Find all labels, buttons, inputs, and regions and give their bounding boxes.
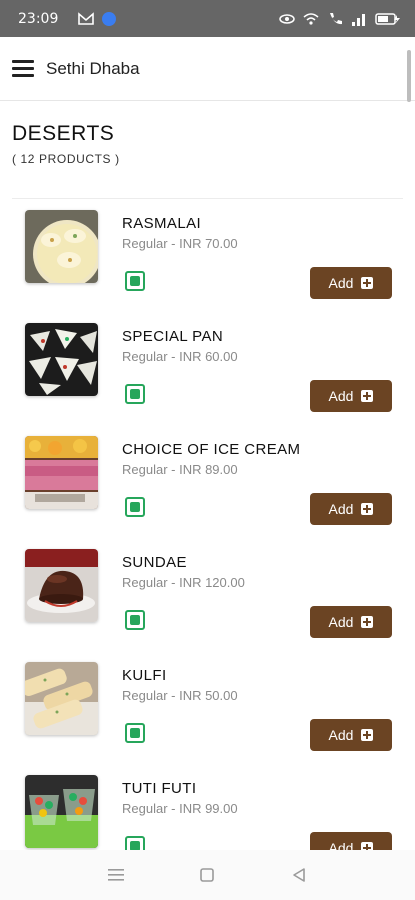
product-item: RASMALAI Regular - INR 70.00 Add — [0, 198, 415, 311]
veg-indicator-icon — [125, 723, 145, 743]
product-name: SPECIAL PAN — [122, 328, 224, 345]
add-button-label: Add — [328, 727, 354, 743]
system-nav-bar — [0, 850, 415, 900]
product-list: RASMALAI Regular - INR 70.00 Add SPECIAL… — [0, 198, 415, 850]
product-item: SUNDAE Regular - INR 120.00 Add — [0, 537, 415, 650]
plus-icon — [361, 729, 374, 741]
recent-apps-icon[interactable] — [105, 864, 127, 886]
add-button[interactable]: Add — [310, 380, 392, 412]
kulfi-image — [25, 662, 98, 735]
product-name: KULFI — [122, 667, 167, 684]
app-bar: Sethi Dhaba — [0, 37, 415, 101]
product-name: CHOICE OF ICE CREAM — [122, 441, 301, 458]
add-button-label: Add — [328, 275, 354, 291]
veg-indicator-icon — [125, 384, 145, 404]
product-price: Regular - INR 99.00 — [122, 801, 238, 816]
product-price: Regular - INR 70.00 — [122, 236, 238, 251]
back-icon[interactable] — [288, 864, 310, 886]
veg-indicator-icon — [125, 271, 145, 291]
home-icon[interactable] — [196, 864, 218, 886]
product-price: Regular - INR 89.00 — [122, 462, 238, 477]
product-item: CHOICE OF ICE CREAM Regular - INR 89.00 … — [0, 424, 415, 537]
product-name: TUTI FUTI — [122, 780, 197, 797]
plus-icon — [361, 503, 374, 515]
product-name: SUNDAE — [122, 554, 187, 571]
wifi-icon — [303, 12, 319, 25]
battery-charging-icon — [375, 12, 400, 25]
add-button[interactable]: Add — [310, 267, 392, 299]
category-title: DESERTS — [12, 122, 115, 145]
hamburger-menu-icon[interactable] — [12, 59, 34, 78]
signal-icon — [352, 13, 365, 26]
product-count: ( 12 PRODUCTS ) — [12, 152, 120, 166]
add-button[interactable]: Add — [310, 719, 392, 751]
add-button[interactable]: Add — [310, 606, 392, 638]
product-price: Regular - INR 120.00 — [122, 575, 245, 590]
ice-cream-image — [25, 436, 98, 509]
product-item: SPECIAL PAN Regular - INR 60.00 Add — [0, 311, 415, 424]
add-button[interactable]: Add — [310, 832, 392, 850]
app-notification-icon — [102, 11, 117, 26]
add-button-label: Add — [328, 840, 354, 850]
rasmalai-image — [25, 210, 98, 283]
plus-icon — [361, 842, 374, 850]
tuti-futi-image — [25, 775, 98, 848]
product-item: KULFI Regular - INR 50.00 Add — [0, 650, 415, 763]
plus-icon — [361, 277, 374, 289]
product-price: Regular - INR 60.00 — [122, 349, 238, 364]
veg-indicator-icon — [125, 610, 145, 630]
category-header: DESERTS ( 12 PRODUCTS ) — [12, 122, 120, 166]
eye-icon — [279, 13, 295, 24]
add-button-label: Add — [328, 388, 354, 404]
add-button-label: Add — [328, 501, 354, 517]
gmail-icon — [78, 11, 95, 25]
add-button[interactable]: Add — [310, 493, 392, 525]
plus-icon — [361, 390, 374, 402]
app-title: Sethi Dhaba — [46, 58, 140, 78]
veg-indicator-icon — [125, 836, 145, 850]
plus-icon — [361, 616, 374, 628]
call-icon — [330, 12, 342, 24]
status-bar: 23:09 — [0, 0, 415, 37]
sundae-image — [25, 549, 98, 622]
status-time: 23:09 — [18, 10, 59, 27]
product-name: RASMALAI — [122, 215, 202, 232]
product-item: TUTI FUTI Regular - INR 99.00 Add — [0, 763, 415, 850]
special-pan-image — [25, 323, 98, 396]
add-button-label: Add — [328, 614, 354, 630]
veg-indicator-icon — [125, 497, 145, 517]
product-price: Regular - INR 50.00 — [122, 688, 238, 703]
scrollbar[interactable] — [407, 50, 411, 102]
